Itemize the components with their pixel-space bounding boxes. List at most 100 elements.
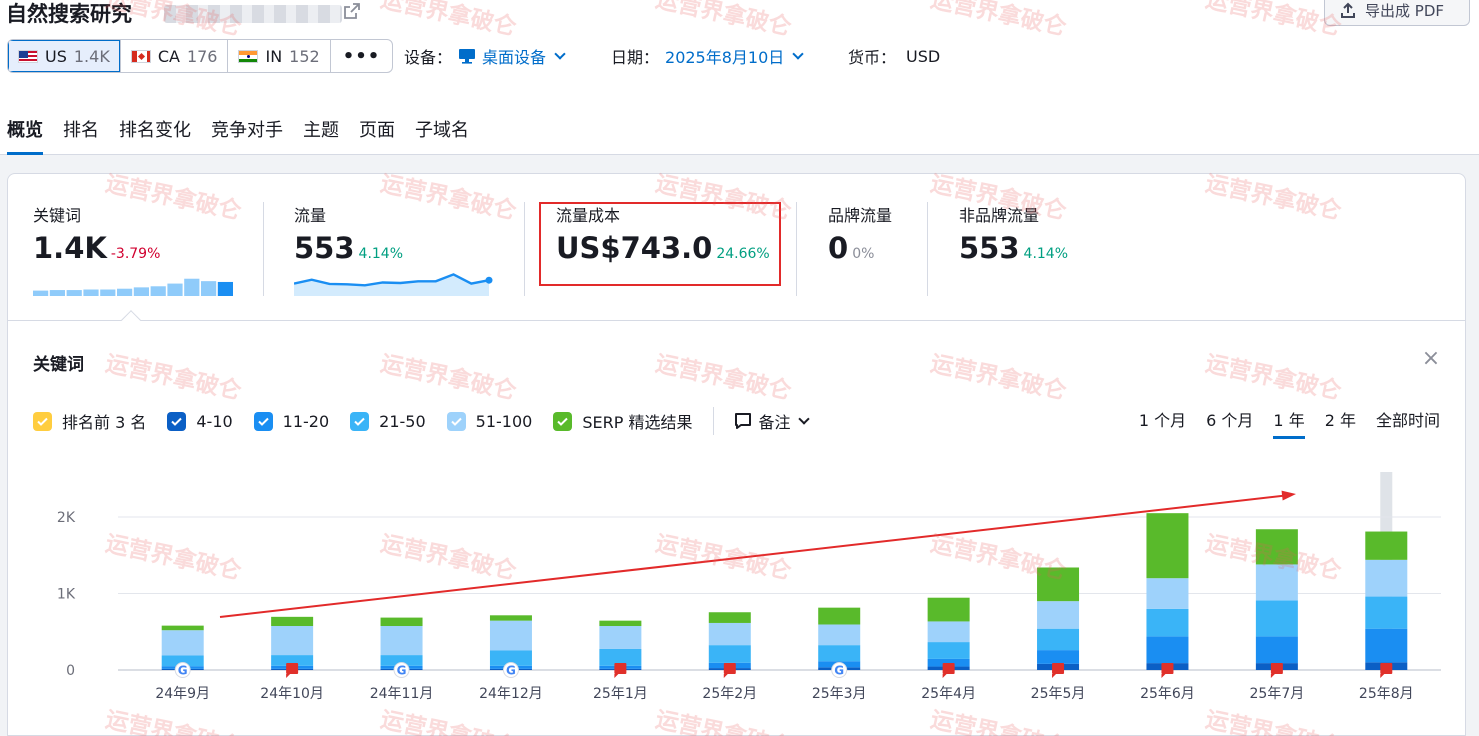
- notes-dropdown[interactable]: 备注: [734, 409, 811, 433]
- bar-segment[interactable]: [1255, 600, 1298, 637]
- db-button-us[interactable]: US 1.4K: [8, 40, 121, 72]
- device-filter[interactable]: 设备： 桌面设备: [404, 44, 566, 68]
- bar-segment[interactable]: [708, 612, 751, 623]
- bar-segment[interactable]: [1037, 650, 1080, 664]
- bar-segment[interactable]: [1146, 513, 1189, 579]
- range-1-year[interactable]: 1 年: [1273, 407, 1305, 439]
- bar-segment[interactable]: [599, 626, 642, 649]
- divider: [263, 202, 264, 296]
- note-flag-icon[interactable]: [1161, 663, 1174, 678]
- bar-segment[interactable]: [489, 615, 532, 621]
- sparkline-bar: [167, 283, 183, 296]
- note-flag-icon[interactable]: [614, 663, 627, 678]
- bar-segment[interactable]: [1255, 529, 1298, 565]
- desktop-icon: [459, 49, 476, 64]
- bar-segment[interactable]: [927, 621, 970, 643]
- external-link-icon[interactable]: [343, 2, 361, 20]
- bar-segment[interactable]: [161, 630, 204, 656]
- bar-segment[interactable]: [818, 607, 861, 625]
- legend-label: 11-20: [282, 411, 330, 431]
- db-count: 1.4K: [73, 46, 110, 66]
- bar-segment[interactable]: [489, 620, 532, 651]
- svg-text:G: G: [178, 664, 188, 678]
- range-all-time[interactable]: 全部时间: [1376, 407, 1440, 439]
- note-flag-icon[interactable]: [1052, 663, 1065, 678]
- bar-segment[interactable]: [708, 645, 751, 663]
- tab-pages[interactable]: 页面: [359, 116, 395, 154]
- bar-segment[interactable]: [271, 616, 314, 627]
- close-icon[interactable]: ×: [1421, 348, 1441, 370]
- checkbox-icon: [350, 411, 370, 431]
- ca-flag-icon: [130, 49, 151, 63]
- x-tick-label: 25年7月: [1250, 686, 1305, 702]
- bar-segment[interactable]: [1146, 608, 1189, 637]
- bar-segment[interactable]: [1365, 596, 1408, 629]
- bar-segment[interactable]: [1037, 567, 1080, 602]
- metric-branded-traffic[interactable]: 品牌流量 0 0%: [828, 202, 892, 265]
- bar-segment[interactable]: [708, 622, 751, 646]
- metric-keywords[interactable]: 关键词 1.4K -3.79%: [33, 202, 160, 265]
- bar-segment[interactable]: [1365, 559, 1408, 597]
- tab-overview[interactable]: 概览: [7, 116, 43, 155]
- chart-legend: 排名前 3 名 4-10 11-20 21-50 51-100 SERP 精选结…: [33, 407, 811, 435]
- db-button-in[interactable]: IN 152: [228, 40, 331, 72]
- export-pdf-button[interactable]: 导出成 PDF: [1324, 0, 1470, 26]
- bar-segment[interactable]: [1365, 531, 1408, 560]
- google-icon[interactable]: G: [831, 662, 848, 678]
- bar-segment[interactable]: [1365, 628, 1408, 663]
- legend-item-top3[interactable]: 排名前 3 名: [33, 409, 146, 433]
- bar-segment[interactable]: [1146, 636, 1189, 664]
- range-2-years[interactable]: 2 年: [1325, 407, 1356, 439]
- bar-segment[interactable]: [380, 617, 423, 627]
- range-6-months[interactable]: 6 个月: [1206, 407, 1253, 439]
- google-icon[interactable]: G: [174, 662, 191, 678]
- metric-traffic[interactable]: 流量 553 4.14%: [294, 202, 403, 265]
- bar-segment[interactable]: [1037, 601, 1080, 629]
- tab-subdomains[interactable]: 子域名: [415, 116, 469, 154]
- tab-positions[interactable]: 排名: [63, 116, 99, 154]
- keywords-stacked-bar-chart: 0 1K 2K 24年9月 G 24年10月 24年11月 G 24年12月 G 25年1月 25年2…: [57, 472, 1441, 702]
- date-label: 日期：: [611, 48, 660, 67]
- sparkline-bar: [83, 289, 99, 296]
- bar-segment[interactable]: [927, 597, 970, 622]
- note-flag-icon[interactable]: [1380, 663, 1393, 678]
- google-icon[interactable]: G: [502, 662, 519, 678]
- metric-non-branded-traffic[interactable]: 非品牌流量 553 4.14%: [959, 202, 1068, 265]
- bar-segment[interactable]: [1255, 564, 1298, 601]
- bar-segment[interactable]: [1146, 578, 1189, 609]
- bar-segment[interactable]: [599, 620, 642, 627]
- sparkline-bar: [150, 286, 166, 296]
- legend-item-serp-features[interactable]: SERP 精选结果: [553, 409, 692, 433]
- bar-segment[interactable]: [1037, 628, 1080, 651]
- google-icon[interactable]: G: [393, 662, 410, 678]
- divider: [927, 202, 928, 296]
- bar-segment[interactable]: [271, 626, 314, 656]
- legend-item-21-50[interactable]: 21-50: [350, 411, 426, 431]
- legend-item-4-10[interactable]: 4-10: [167, 411, 233, 431]
- metric-label: 流量: [294, 206, 327, 225]
- blurred-domain: [164, 5, 342, 23]
- note-flag-icon[interactable]: [286, 663, 299, 678]
- date-filter[interactable]: 日期： 2025年8月10日: [611, 44, 804, 68]
- bar-segment[interactable]: [161, 625, 204, 631]
- bar-segment[interactable]: [380, 626, 423, 656]
- x-tick-label: 25年8月: [1359, 686, 1414, 702]
- note-flag-icon[interactable]: [723, 663, 736, 678]
- note-flag-icon[interactable]: [942, 663, 955, 678]
- bar-segment[interactable]: [1255, 636, 1298, 664]
- tab-position-changes[interactable]: 排名变化: [119, 116, 191, 154]
- legend-item-11-20[interactable]: 11-20: [253, 411, 330, 431]
- bar-segment[interactable]: [818, 645, 861, 662]
- legend-item-51-100[interactable]: 51-100: [446, 411, 532, 431]
- legend-label: SERP 精选结果: [582, 413, 693, 432]
- legend-label: 21-50: [379, 411, 426, 431]
- more-databases-button[interactable]: •••: [331, 40, 393, 72]
- tab-topics[interactable]: 主题: [303, 116, 339, 154]
- x-tick-label: 24年9月: [155, 686, 210, 702]
- note-flag-icon[interactable]: [1270, 663, 1283, 678]
- bar-segment[interactable]: [818, 624, 861, 646]
- db-button-ca[interactable]: CA 176: [121, 40, 229, 72]
- range-1-month[interactable]: 1 个月: [1139, 407, 1186, 439]
- bar-segment[interactable]: [927, 642, 970, 659]
- tab-competitors[interactable]: 竞争对手: [211, 116, 283, 154]
